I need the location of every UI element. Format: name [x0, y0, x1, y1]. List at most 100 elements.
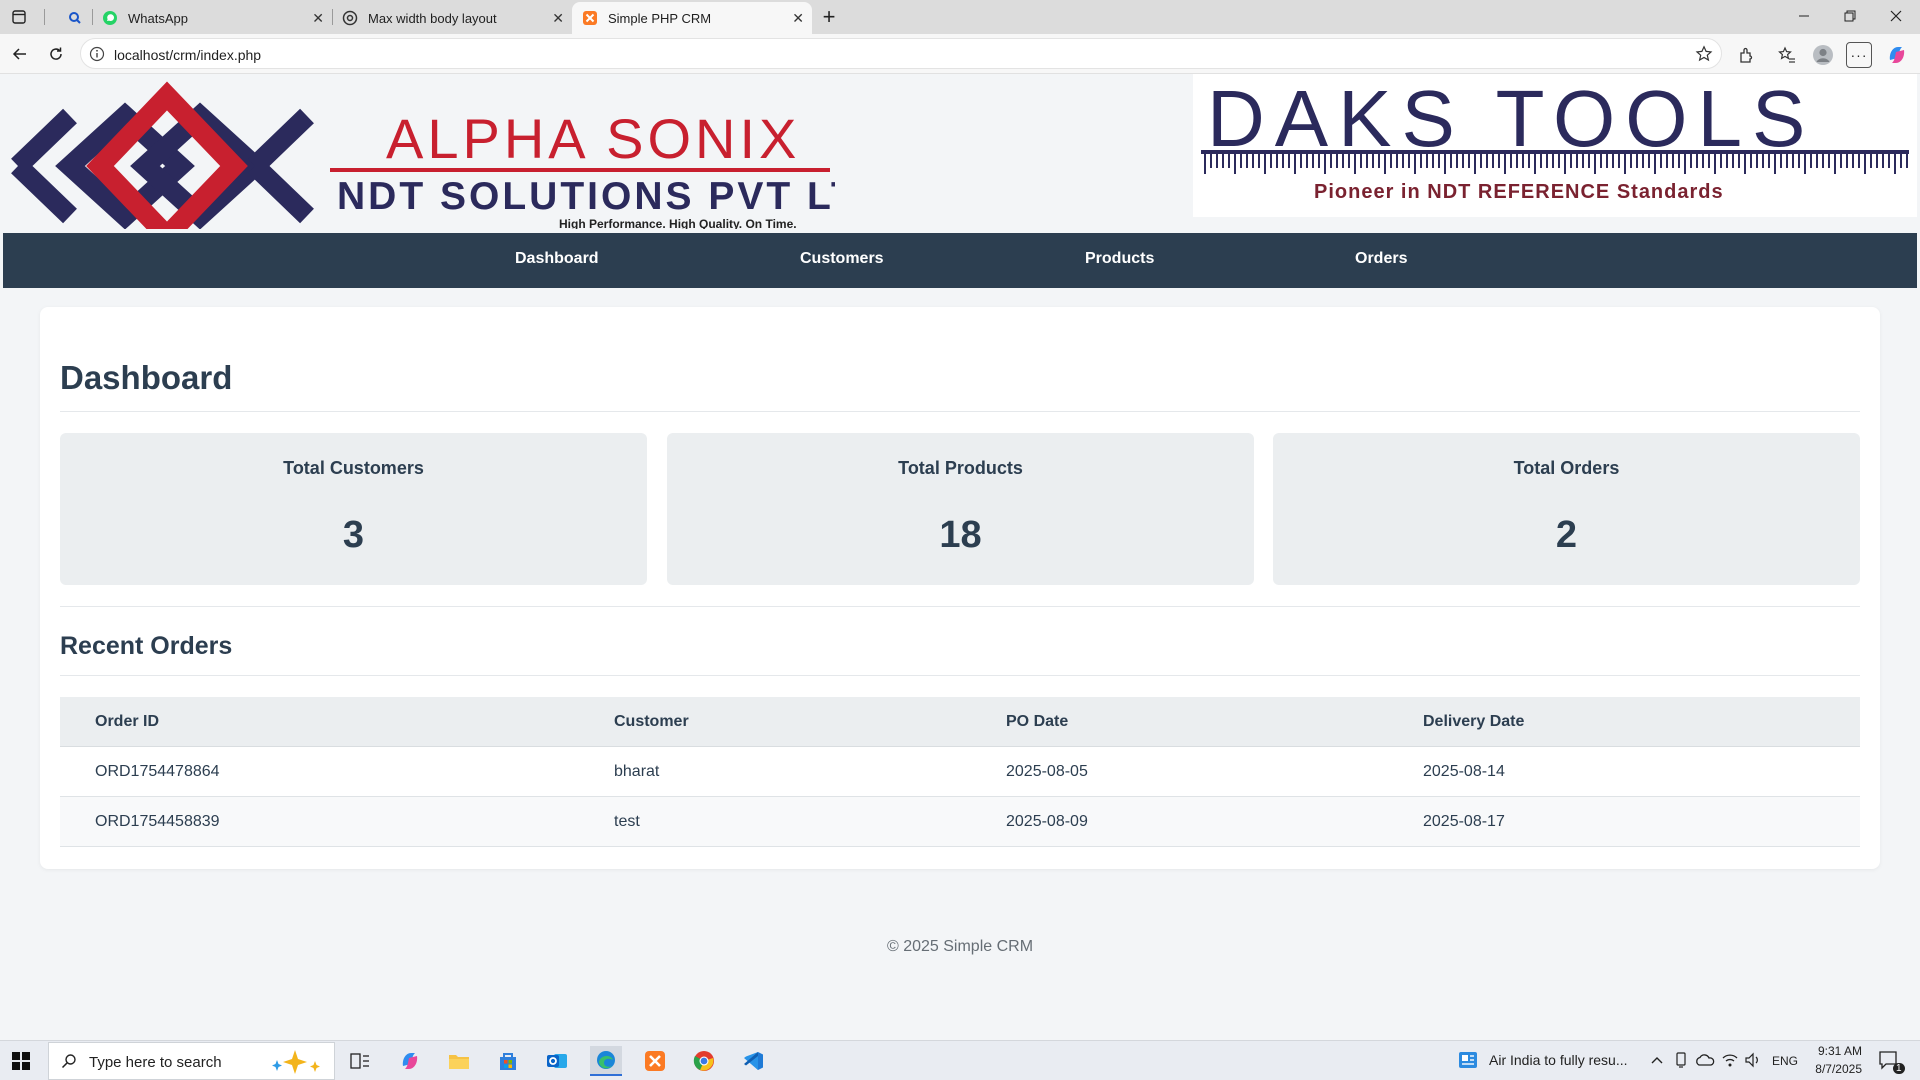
- tab-simple-php-crm[interactable]: Simple PHP CRM ✕: [572, 2, 812, 34]
- edge-browser-icon[interactable]: [590, 1046, 622, 1076]
- search-highlight-icon: [265, 1049, 329, 1080]
- stat-card-customers: Total Customers 3: [60, 433, 647, 585]
- show-hidden-icons-icon[interactable]: [1650, 1053, 1664, 1072]
- po-date-cell: 2025-08-05: [1006, 763, 1088, 780]
- main-navigation: Dashboard Customers Products Orders: [3, 233, 1917, 288]
- xampp-app-icon[interactable]: [639, 1046, 671, 1076]
- nav-orders[interactable]: Orders: [1355, 250, 1407, 268]
- column-header-order-id: Order ID: [95, 713, 160, 730]
- copilot-icon[interactable]: [1884, 42, 1910, 68]
- outlook-icon[interactable]: [541, 1046, 573, 1076]
- taskbar-search-placeholder: Type here to search: [89, 1054, 222, 1071]
- tab-search[interactable]: [58, 2, 92, 34]
- taskbar-search[interactable]: Type here to search: [48, 1042, 335, 1080]
- restore-icon[interactable]: [1827, 0, 1873, 32]
- notification-count-badge: 1: [1893, 1063, 1905, 1074]
- delivery-date-cell: 2025-08-14: [1423, 763, 1505, 780]
- divider: [60, 675, 1860, 676]
- extensions-icon[interactable]: [1734, 42, 1760, 68]
- daks-tagline: Pioneer in NDT REFERENCE Standards: [1314, 181, 1724, 203]
- tab-whatsapp[interactable]: WhatsApp ✕: [92, 2, 332, 34]
- browser-tab-bar: WhatsApp ✕ Max width body layout ✕ Simpl…: [0, 0, 1920, 34]
- stat-card-products: Total Products 18: [667, 433, 1254, 585]
- order-id-cell: ORD1754458839: [95, 813, 220, 830]
- chrome-icon[interactable]: [688, 1046, 720, 1076]
- whatsapp-icon: [102, 10, 118, 26]
- file-explorer-icon[interactable]: [443, 1046, 475, 1076]
- vscode-icon[interactable]: [737, 1046, 769, 1076]
- stat-card-orders: Total Orders 2: [1273, 433, 1860, 585]
- stat-label: Total Customers: [283, 458, 424, 478]
- news-headline[interactable]: Air India to fully resu...: [1489, 1052, 1628, 1068]
- tab-title: Simple PHP CRM: [608, 10, 712, 26]
- more-options-icon[interactable]: ···: [1846, 42, 1872, 68]
- alpha-sonix-logo: ALPHA SONIX NDT SOLUTIONS PVT LTD High P…: [5, 74, 886, 251]
- daks-tools-logo: DAKS TOOLS Pioneer in NDT REFERENCE Stan…: [1193, 74, 1917, 217]
- windows-start-icon[interactable]: [12, 1052, 30, 1070]
- minimize-icon[interactable]: [1781, 0, 1827, 32]
- table-header-row: Order ID Customer PO Date Delivery Date: [60, 697, 1860, 747]
- order-id-cell: ORD1754478864: [95, 763, 220, 780]
- tab-title: WhatsApp: [128, 10, 188, 26]
- close-tab-icon[interactable]: ✕: [552, 10, 564, 27]
- back-icon[interactable]: [8, 42, 32, 66]
- profile-avatar-icon[interactable]: [1810, 42, 1836, 68]
- favorites-icon[interactable]: [1774, 42, 1800, 68]
- stat-label: Total Orders: [1513, 458, 1620, 478]
- close-tab-icon[interactable]: ✕: [792, 10, 804, 27]
- stat-value: 18: [939, 514, 982, 556]
- stat-value: 2: [1555, 514, 1578, 556]
- wifi-icon[interactable]: [1721, 1052, 1739, 1073]
- favorite-star-icon[interactable]: [1695, 45, 1713, 68]
- new-tab-icon[interactable]: +: [816, 4, 842, 29]
- column-header-delivery-date: Delivery Date: [1423, 713, 1525, 730]
- nav-products[interactable]: Products: [1085, 250, 1154, 268]
- tab-actions-icon[interactable]: [6, 5, 32, 29]
- nav-dashboard[interactable]: Dashboard: [515, 250, 599, 268]
- search-icon: [61, 1053, 77, 1074]
- po-date-cell: 2025-08-09: [1006, 813, 1088, 830]
- volume-icon[interactable]: [1744, 1052, 1762, 1073]
- clock-date[interactable]: 8/7/2025: [1808, 1062, 1862, 1076]
- logo-tagline: High Performance. High Quality. On Time.: [559, 217, 797, 229]
- news-widget-icon[interactable]: [1458, 1051, 1478, 1074]
- customer-cell: test: [614, 813, 640, 830]
- divider: [60, 606, 1860, 607]
- crm-page: ALPHA SONIX NDT SOLUTIONS PVT LTD High P…: [3, 74, 1917, 1036]
- language-indicator[interactable]: ENG: [1772, 1054, 1798, 1068]
- tab-separator: [44, 9, 45, 25]
- xampp-icon: [582, 10, 598, 26]
- footer-copyright: © 2025 Simple CRM: [886, 938, 1034, 955]
- logo-line2: NDT SOLUTIONS PVT LTD: [337, 175, 835, 218]
- windows-taskbar: Type here to search Air India to fully r…: [0, 1040, 1920, 1080]
- dashboard-card: Dashboard Total Customers 3 Total Produc…: [40, 307, 1880, 869]
- url-text: localhost/crm/index.php: [114, 47, 262, 63]
- close-tab-icon[interactable]: ✕: [312, 10, 324, 27]
- clock-time[interactable]: 9:31 AM: [1810, 1044, 1862, 1058]
- page-title: Dashboard: [60, 359, 233, 396]
- table-row: ORD1754478864 bharat 2025-08-05 2025-08-…: [60, 747, 1860, 797]
- task-view-icon[interactable]: [344, 1046, 376, 1076]
- customer-cell: bharat: [614, 763, 660, 780]
- stat-value: 3: [342, 514, 365, 556]
- site-info-icon[interactable]: [89, 46, 105, 62]
- chatgpt-icon: [342, 10, 358, 26]
- close-window-icon[interactable]: [1873, 0, 1919, 32]
- stat-label: Total Products: [898, 458, 1023, 478]
- daks-name: DAKS TOOLS: [1207, 74, 1815, 163]
- column-header-po-date: PO Date: [1006, 713, 1069, 730]
- nav-customers[interactable]: Customers: [800, 250, 884, 268]
- copilot-app-icon[interactable]: [394, 1046, 426, 1076]
- tab-title: Max width body layout: [368, 10, 497, 26]
- table-row: ORD1754458839 test 2025-08-09 2025-08-17: [60, 797, 1860, 847]
- address-bar[interactable]: localhost/crm/index.php: [80, 38, 1722, 69]
- tab-max-width[interactable]: Max width body layout ✕: [332, 2, 572, 34]
- search-icon: [68, 10, 82, 26]
- logo-line1: ALPHA SONIX: [386, 107, 800, 170]
- device-icon[interactable]: [1674, 1052, 1688, 1073]
- reload-icon[interactable]: [44, 42, 68, 66]
- divider: [60, 411, 1860, 412]
- delivery-date-cell: 2025-08-17: [1423, 813, 1505, 830]
- onedrive-icon[interactable]: [1695, 1053, 1715, 1072]
- microsoft-store-icon[interactable]: [492, 1046, 524, 1076]
